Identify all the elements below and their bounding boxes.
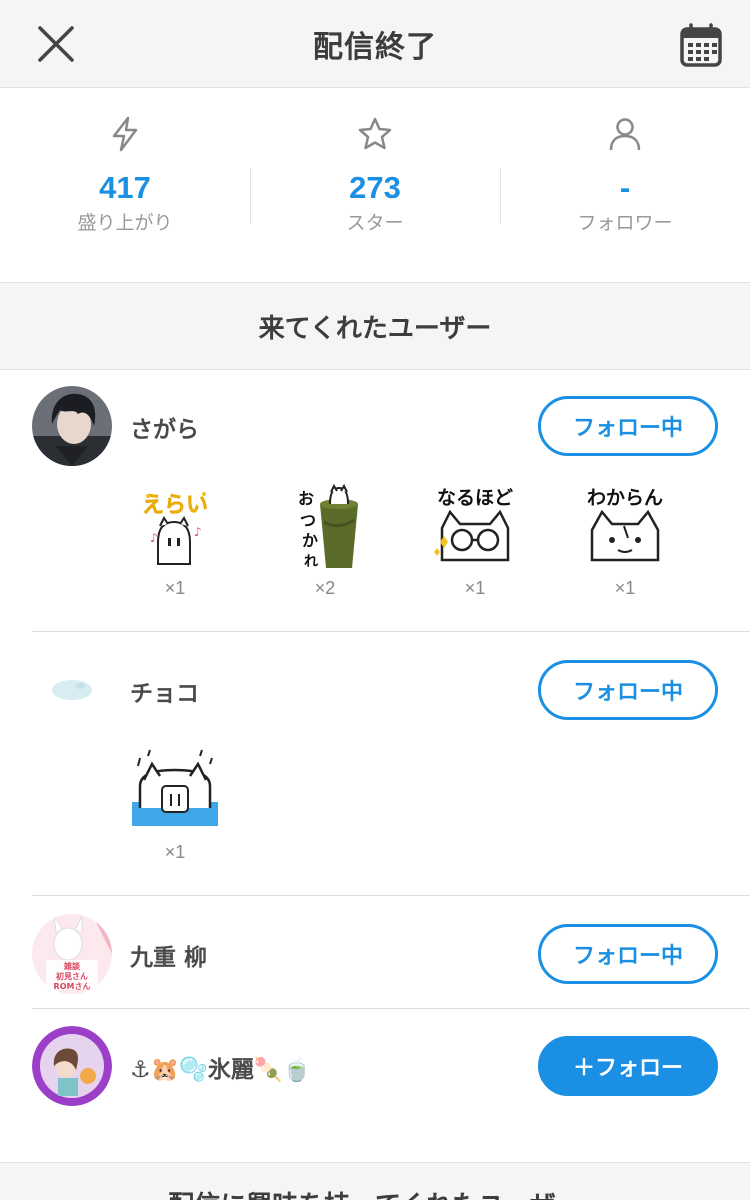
stamp-item: なるほど ×1 bbox=[430, 482, 520, 599]
close-icon bbox=[38, 26, 74, 62]
excitement-value: 417 bbox=[99, 170, 151, 205]
stamp-count: ×1 bbox=[164, 842, 186, 862]
avatar[interactable] bbox=[32, 650, 112, 730]
stamp-item: わからん ×1 bbox=[580, 482, 670, 599]
page-title: 配信終了 bbox=[313, 29, 437, 65]
stat-followers: - フォロワー bbox=[500, 88, 750, 280]
followers-value: - bbox=[619, 170, 631, 205]
avatar[interactable] bbox=[32, 1026, 112, 1106]
svg-text:初見さん: 初見さん bbox=[56, 971, 88, 981]
interested-title: 配信に興味を持ってくれたユーザー bbox=[168, 1185, 581, 1200]
stamp-item: ×1 bbox=[130, 746, 220, 863]
visitors-title: 来てくれたユーザー bbox=[258, 313, 492, 344]
stars-value: 273 bbox=[349, 170, 401, 205]
row-divider bbox=[32, 1008, 750, 1009]
svg-text:か: か bbox=[302, 531, 318, 550]
top-bar: 配信終了 bbox=[0, 0, 750, 88]
stamp-label: わからん bbox=[587, 487, 663, 509]
stamp-naruhodo-icon: なるほど bbox=[434, 487, 513, 562]
svg-text:ROMさん: ROMさん bbox=[54, 982, 91, 991]
stat-excitement: 417 盛り上がり bbox=[0, 88, 250, 280]
stat-stars: 273 スター bbox=[250, 88, 500, 280]
following-button[interactable]: フォロー中 bbox=[538, 660, 718, 720]
stats-panel: 417 盛り上がり 273 スター - フォロワー bbox=[0, 88, 750, 280]
calendar-icon bbox=[680, 23, 722, 67]
excitement-label: 盛り上がり bbox=[77, 212, 173, 234]
stamp-count: ×1 bbox=[464, 578, 486, 598]
svg-text:♪: ♪ bbox=[150, 531, 158, 545]
follow-button[interactable]: ＋フォロー bbox=[538, 1036, 718, 1096]
stamp-item: えらい ♪ ♪ ×1 bbox=[130, 482, 220, 599]
user-name[interactable]: ⚓🐹🫧氷麗🍡🍵 bbox=[130, 1050, 311, 1084]
calendar-button[interactable] bbox=[672, 16, 730, 74]
svg-text:雑談: 雑談 bbox=[63, 961, 81, 971]
visitors-section-header: 来てくれたユーザー bbox=[0, 282, 750, 370]
user-name[interactable]: チョコ bbox=[130, 674, 199, 708]
stamp-count: ×1 bbox=[164, 578, 186, 598]
avatar[interactable] bbox=[32, 386, 112, 466]
stamp-label: えらい bbox=[142, 493, 208, 518]
avatar[interactable]: 雑談 初見さん ROMさん bbox=[32, 914, 112, 994]
row-divider bbox=[32, 895, 750, 896]
stamp-wakaran-icon: わからん bbox=[587, 487, 663, 562]
stamp-count: ×2 bbox=[314, 578, 336, 598]
star-icon bbox=[355, 114, 395, 154]
stamp-otsukaresama-icon: お つ か れ bbox=[298, 483, 358, 570]
stars-label: スター bbox=[346, 212, 404, 234]
close-button[interactable] bbox=[26, 14, 86, 74]
stamp-list: えらい ♪ ♪ ×1 お つ か れ ×2 なるほど ×1 わからん ×1 bbox=[130, 482, 670, 599]
row-divider bbox=[32, 631, 750, 632]
following-button[interactable]: フォロー中 bbox=[538, 924, 718, 984]
stamp-erai-icon: えらい ♪ ♪ bbox=[142, 492, 208, 565]
lightning-icon bbox=[105, 114, 145, 154]
followers-label: フォロワー bbox=[577, 212, 673, 234]
stamp-count: ×1 bbox=[614, 578, 636, 598]
user-name[interactable]: さがら bbox=[130, 410, 199, 444]
stamp-label: なるほど bbox=[437, 487, 513, 509]
svg-text:♪: ♪ bbox=[194, 525, 202, 539]
interested-section-header: 配信に興味を持ってくれたユーザー bbox=[0, 1162, 750, 1200]
svg-text:れ: れ bbox=[304, 554, 318, 570]
person-icon bbox=[605, 114, 645, 154]
svg-text:つ: つ bbox=[300, 511, 316, 530]
stamp-list: ×1 bbox=[130, 746, 220, 863]
following-button[interactable]: フォロー中 bbox=[538, 396, 718, 456]
user-name[interactable]: 九重 柳 bbox=[130, 938, 207, 972]
stamp-crying-cat-icon bbox=[132, 749, 218, 826]
stamp-item: お つ か れ ×2 bbox=[280, 482, 370, 599]
svg-text:お: お bbox=[298, 489, 314, 508]
